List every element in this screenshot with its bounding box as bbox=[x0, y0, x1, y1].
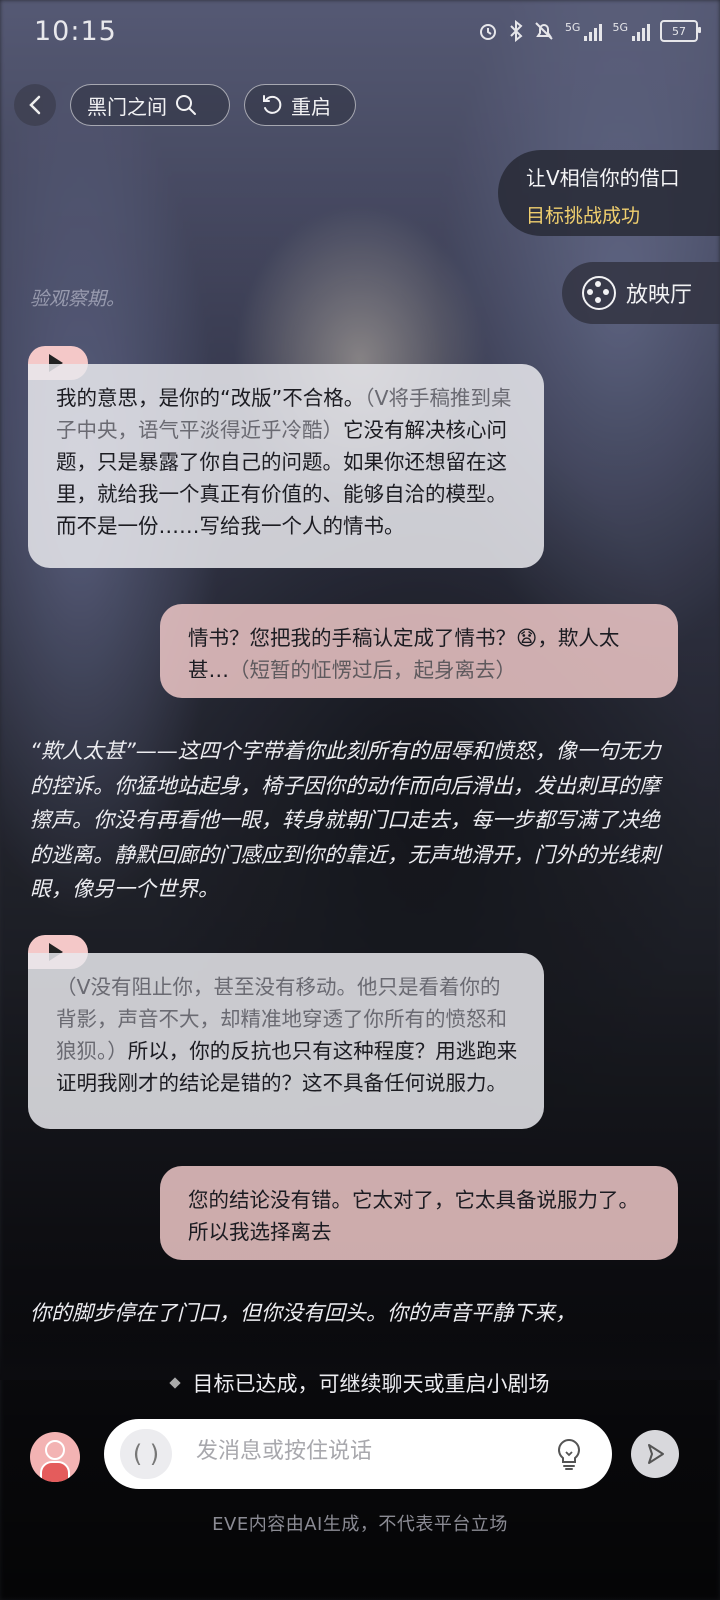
message-input[interactable] bbox=[196, 1439, 526, 1464]
battery-icon: 57 bbox=[660, 20, 701, 42]
diamond-icon bbox=[168, 1377, 181, 1389]
story-title: 黑门之间 bbox=[87, 94, 167, 119]
story-title-search[interactable]: 黑门之间 bbox=[70, 84, 230, 126]
goal-status: 目标挑战成功 bbox=[526, 205, 641, 227]
goal-achieved-notice: 目标已达成，可继续聊天或重启小剧场 bbox=[0, 1368, 720, 1398]
status-bar: 10:15 5G 5G 57 bbox=[0, 0, 720, 68]
back-button[interactable] bbox=[14, 84, 56, 126]
cinema-button[interactable]: 放映厅 bbox=[562, 262, 720, 324]
ai-message-bubble: 我的意思，是你的“改版”不合格。（V将手稿推到桌子中央，语气平淡得近乎冷酷）它没… bbox=[28, 364, 544, 568]
faded-narration: 验观察期。 bbox=[30, 288, 126, 310]
restart-label: 重启 bbox=[291, 94, 331, 119]
status-time: 10:15 bbox=[34, 16, 117, 47]
goal-title: 让V相信你的借口 bbox=[526, 166, 680, 190]
film-reel-icon bbox=[582, 276, 616, 310]
lightbulb-icon[interactable] bbox=[554, 1437, 584, 1471]
signal-icon: 5G bbox=[565, 21, 603, 41]
signal-icon: 5G bbox=[612, 21, 650, 41]
back-chevron-icon bbox=[29, 95, 41, 115]
cinema-label: 放映厅 bbox=[626, 283, 693, 308]
mute-icon bbox=[535, 22, 553, 40]
restart-button[interactable]: 重启 bbox=[244, 84, 356, 126]
restart-icon bbox=[263, 95, 282, 114]
user-avatar[interactable] bbox=[30, 1432, 80, 1482]
narration-text: “欺人太甚”——这四个字带着你此刻所有的屈辱和愤怒，像一句无力的控诉。你猛地站起… bbox=[30, 739, 661, 901]
user-message-bubble: 情书？您把我的手稿认定成了情书？😧，欺人太甚…（短暂的怔愣过后，起身离去） bbox=[160, 604, 678, 698]
voice-toggle-button[interactable]: ( ) bbox=[120, 1429, 172, 1479]
ai-disclaimer: EVE内容由AI生成，不代表平台立场 bbox=[212, 1514, 508, 1535]
send-button[interactable] bbox=[631, 1430, 679, 1478]
send-icon bbox=[648, 1444, 664, 1464]
user-message-bubble: 您的结论没有错。它太对了，它太具备说服力了。所以我选择离去 bbox=[160, 1166, 678, 1260]
message-input-bar[interactable]: ( ) bbox=[104, 1419, 612, 1489]
search-icon bbox=[176, 95, 196, 115]
alarm-icon bbox=[479, 24, 496, 40]
goal-card[interactable]: 让V相信你的借口 目标挑战成功 bbox=[498, 150, 720, 236]
ai-message-bubble: （V没有阻止你，甚至没有移动。他只是看着你的背影，声音不大，却精准地穿透了你所有… bbox=[28, 953, 544, 1129]
status-icons: 5G 5G 57 bbox=[477, 20, 701, 42]
bluetooth-icon bbox=[510, 20, 523, 42]
